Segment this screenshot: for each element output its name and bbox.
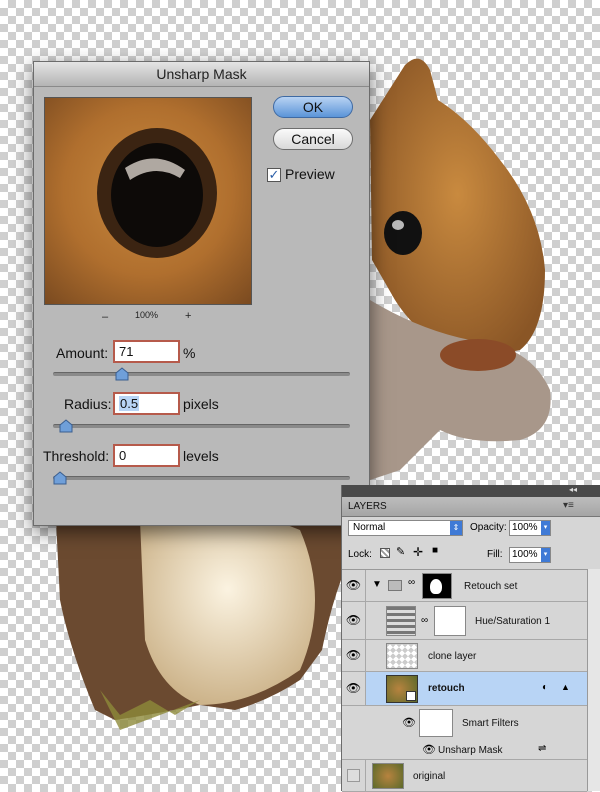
visibility-eye-icon[interactable]: 👁 xyxy=(342,570,366,601)
threshold-label: Threshold: xyxy=(43,448,110,464)
visibility-eye-icon xyxy=(342,706,366,740)
select-arrows-icon: ⇕ xyxy=(450,521,462,535)
layer-thumbnail xyxy=(386,643,418,669)
group-mask-thumbnail xyxy=(422,573,452,599)
amount-slider-track[interactable] xyxy=(53,372,350,376)
smart-object-badge-icon xyxy=(406,691,416,701)
lock-brush-icon[interactable]: ✎ xyxy=(396,545,405,558)
layer-row-retouch[interactable]: 👁 retouch ◐ ▲ xyxy=(342,672,587,706)
preview-checkbox[interactable]: ✓ xyxy=(267,168,281,182)
lock-move-icon[interactable]: ✛ xyxy=(413,545,423,559)
visibility-eye-icon[interactable]: 👁 xyxy=(342,640,366,671)
threshold-unit: levels xyxy=(183,448,219,464)
radius-value: 0.5 xyxy=(119,396,140,411)
layer-row-original[interactable]: original xyxy=(342,760,587,792)
blending-options-icon[interactable]: ⇌ xyxy=(538,743,546,754)
visibility-eye-icon[interactable]: 👁 xyxy=(402,716,416,729)
collapse-panel-icon[interactable]: ◂◂ xyxy=(569,485,577,494)
smart-filter-mask-thumbnail xyxy=(419,709,453,737)
layer-name: Retouch set xyxy=(464,581,518,592)
visibility-eye-icon[interactable]: 👁 xyxy=(342,602,366,639)
zoom-level: 100% xyxy=(135,310,159,320)
layers-scrollbar[interactable] xyxy=(587,569,600,791)
visibility-eye-icon[interactable]: 👁 xyxy=(342,672,366,705)
lock-all-icon[interactable]: ■ xyxy=(432,545,438,556)
amount-field[interactable]: 71 xyxy=(113,340,180,363)
fill-label: Fill: xyxy=(487,549,503,560)
layer-name: Unsharp Mask xyxy=(438,745,503,756)
collapse-effects-icon[interactable]: ▲ xyxy=(561,682,570,692)
link-icon: ∞ xyxy=(408,577,416,588)
radius-unit: pixels xyxy=(183,396,219,412)
layer-name: Smart Filters xyxy=(462,718,519,729)
radius-slider-track[interactable] xyxy=(53,424,350,428)
threshold-slider-track[interactable] xyxy=(53,476,350,480)
amount-unit: % xyxy=(183,345,196,361)
radius-field[interactable]: 0.5 xyxy=(113,392,180,415)
blend-mode-value: Normal xyxy=(353,522,386,533)
layer-row-smart-filters[interactable]: 👁 Smart Filters xyxy=(342,706,587,740)
layers-tab[interactable]: LAYERS xyxy=(348,501,387,512)
preview-image[interactable] xyxy=(44,97,252,305)
layers-list: 👁 ▼ ∞ Retouch set 👁 ∞ Hue/Saturation 1 👁… xyxy=(342,569,587,792)
layer-row-clone-layer[interactable]: 👁 clone layer xyxy=(342,640,587,672)
panel-menu-icon[interactable]: ▾≡ xyxy=(563,500,574,511)
opacity-label: Opacity: xyxy=(470,522,507,533)
ok-button[interactable]: OK xyxy=(273,96,353,118)
layer-mask-thumbnail xyxy=(434,606,466,636)
lock-label: Lock: xyxy=(348,549,372,560)
threshold-field[interactable]: 0 xyxy=(113,444,180,467)
opacity-dropdown-icon[interactable]: ▾ xyxy=(541,521,550,535)
amount-slider-thumb[interactable] xyxy=(115,367,129,381)
opacity-field[interactable]: 100% ▾ xyxy=(509,520,551,536)
cancel-button[interactable]: Cancel xyxy=(273,128,353,150)
dialog-title: Unsharp Mask xyxy=(34,62,369,87)
layer-row-hue-saturation[interactable]: 👁 ∞ Hue/Saturation 1 xyxy=(342,602,587,640)
visibility-eye-icon[interactable]: 👁 xyxy=(422,743,436,756)
radius-label: Radius: xyxy=(64,396,112,412)
layer-row-retouch-set[interactable]: 👁 ▼ ∞ Retouch set xyxy=(342,570,587,602)
opacity-value: 100% xyxy=(512,522,538,533)
preview-label: Preview xyxy=(285,166,335,182)
smart-filter-indicator-icon: ◐ xyxy=(542,682,549,693)
folder-icon xyxy=(388,580,402,591)
layer-row-unsharp-mask-filter[interactable]: 👁 Unsharp Mask ⇌ xyxy=(342,740,587,760)
fill-dropdown-icon[interactable]: ▾ xyxy=(541,548,550,562)
blend-mode-select[interactable]: Normal ⇕ xyxy=(348,520,463,536)
layer-name: retouch xyxy=(428,683,465,694)
visibility-eye-icon xyxy=(342,740,366,759)
zoom-in-button[interactable]: + xyxy=(185,310,191,322)
lock-transparent-icon[interactable] xyxy=(380,548,390,558)
amount-label: Amount: xyxy=(56,345,109,361)
fill-value: 100% xyxy=(512,549,538,560)
radius-slider-thumb[interactable] xyxy=(59,419,73,433)
link-icon: ∞ xyxy=(421,615,429,626)
fill-field[interactable]: 100% ▾ xyxy=(509,547,551,563)
visibility-toggle-empty[interactable] xyxy=(342,760,366,791)
threshold-slider-thumb[interactable] xyxy=(53,471,67,485)
group-expand-icon[interactable]: ▼ xyxy=(372,579,382,590)
adjustment-layer-icon xyxy=(386,606,416,636)
layer-name: clone layer xyxy=(428,651,477,662)
unsharp-mask-dialog: Unsharp Mask – 100% + OK Cancel ✓ Previe… xyxy=(33,61,370,526)
layer-name: original xyxy=(413,771,446,782)
zoom-out-button[interactable]: – xyxy=(102,311,108,323)
preview-eye-graphic xyxy=(97,128,217,258)
layer-thumbnail xyxy=(372,763,404,789)
layer-name: Hue/Saturation 1 xyxy=(475,616,551,627)
layers-panel: ◂◂ LAYERS ▾≡ Normal ⇕ Opacity: 100% ▾ Lo… xyxy=(341,485,600,792)
panel-top-bar xyxy=(342,485,600,497)
